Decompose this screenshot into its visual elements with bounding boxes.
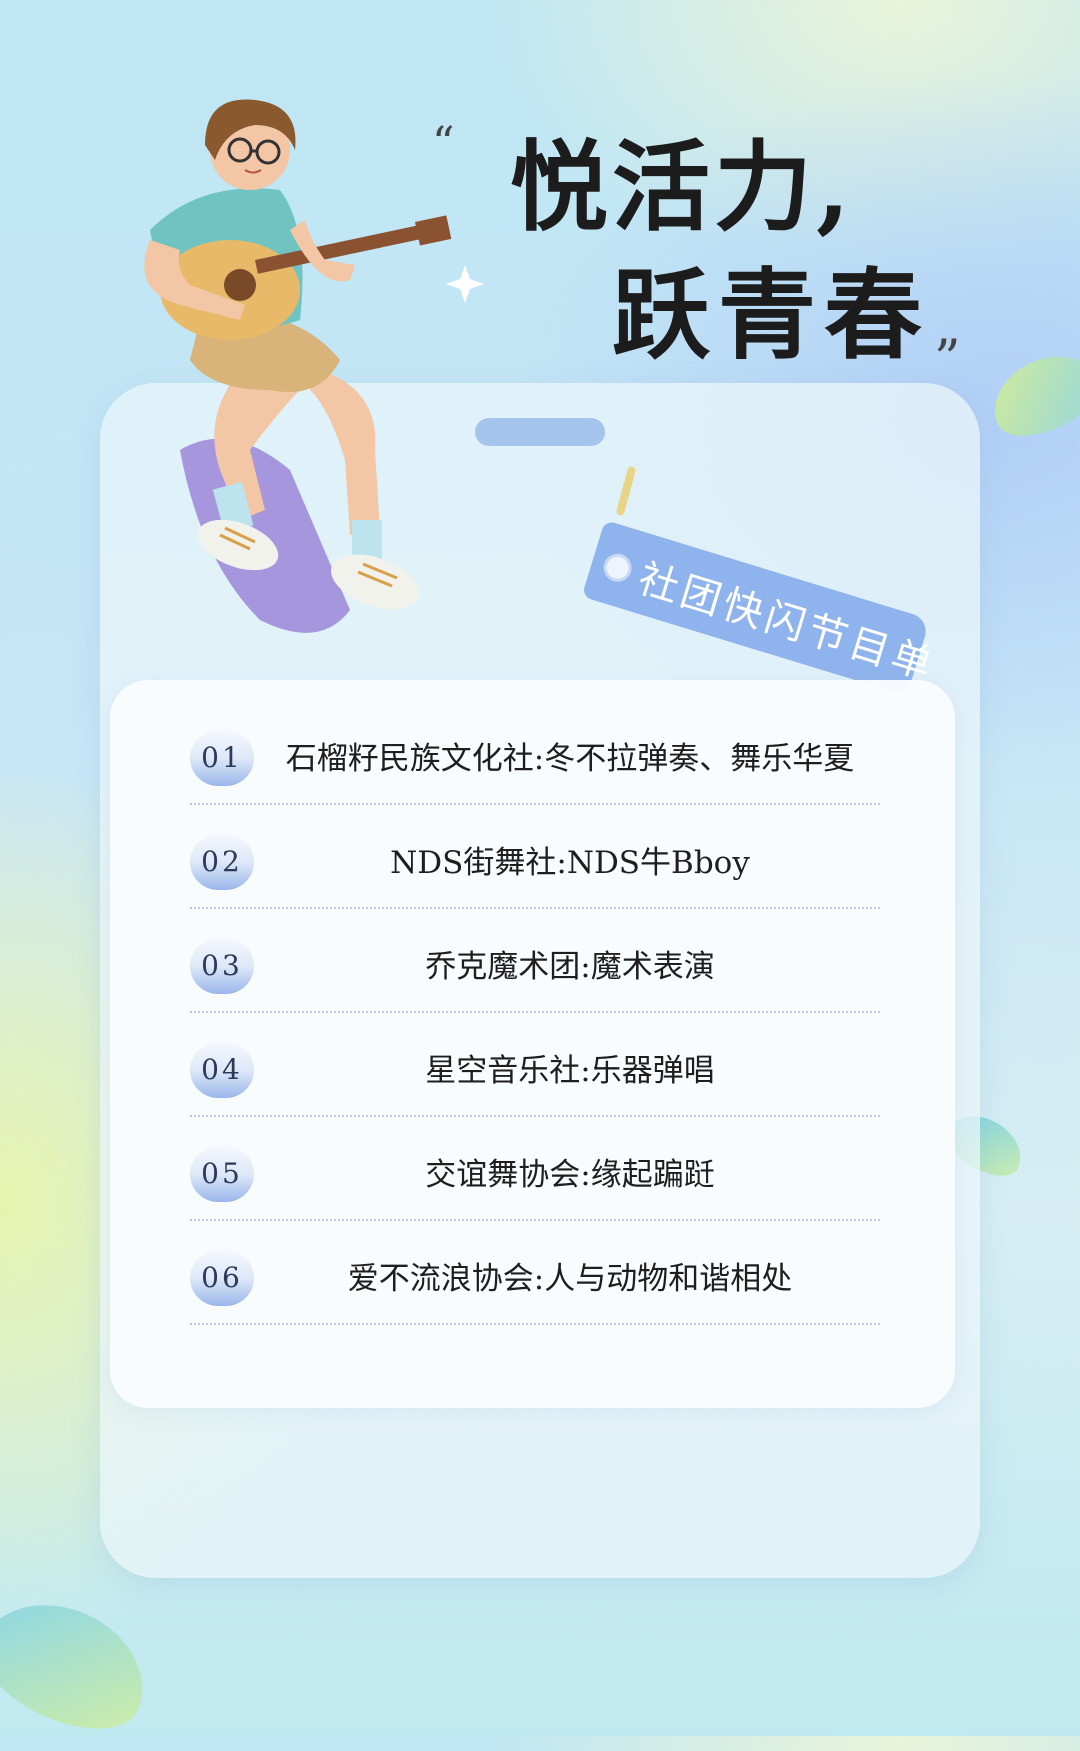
item-number-badge: 01: [190, 730, 254, 786]
item-text: 星空音乐社:乐器弹唱: [425, 1053, 715, 1089]
leaf-decoration: [0, 1579, 166, 1751]
title-line-1: 悦活力,: [510, 130, 855, 245]
item-text: NDS街舞社:NDS牛Bboy: [390, 845, 750, 881]
item-text: 乔克魔术团:魔术表演: [425, 949, 715, 985]
list-item: 02 NDS街舞社:NDS牛Bboy: [190, 809, 880, 913]
list-item: 04 星空音乐社:乐器弹唱: [190, 1017, 880, 1121]
item-number-badge: 05: [190, 1146, 254, 1202]
item-number-badge: 04: [190, 1042, 254, 1098]
title-line-2: 跃青春: [612, 258, 931, 373]
item-number-badge: 03: [190, 938, 254, 994]
item-number-badge: 02: [190, 834, 254, 890]
program-list-card: 01 石榴籽民族文化社:冬不拉弹奏、舞乐华夏 02 NDS街舞社:NDS牛Bbo…: [110, 680, 955, 1408]
item-number-badge: 06: [190, 1250, 254, 1306]
leaf-decoration: [980, 340, 1080, 450]
list-item: 01 石榴籽民族文化社:冬不拉弹奏、舞乐华夏: [190, 705, 880, 809]
dotted-divider: [190, 1323, 880, 1325]
item-text: 石榴籽民族文化社:冬不拉弹奏、舞乐华夏: [285, 741, 855, 777]
tag-hole: [600, 550, 636, 586]
item-text: 爱不流浪协会:人与动物和谐相处: [347, 1261, 793, 1297]
list-item: 06 爱不流浪协会:人与动物和谐相处: [190, 1225, 880, 1329]
list-item: 03 乔克魔术团:魔术表演: [190, 913, 880, 1017]
dotted-divider: [190, 907, 880, 909]
guitarist-icon: [144, 99, 484, 633]
dotted-divider: [190, 1115, 880, 1117]
dotted-divider: [190, 1011, 880, 1013]
list-item: 05 交谊舞协会:缘起蹁跹: [190, 1121, 880, 1225]
dotted-divider: [190, 803, 880, 805]
dotted-divider: [190, 1219, 880, 1221]
close-quote-mark: ”: [934, 330, 961, 390]
item-text: 交谊舞协会:缘起蹁跹: [425, 1157, 715, 1193]
